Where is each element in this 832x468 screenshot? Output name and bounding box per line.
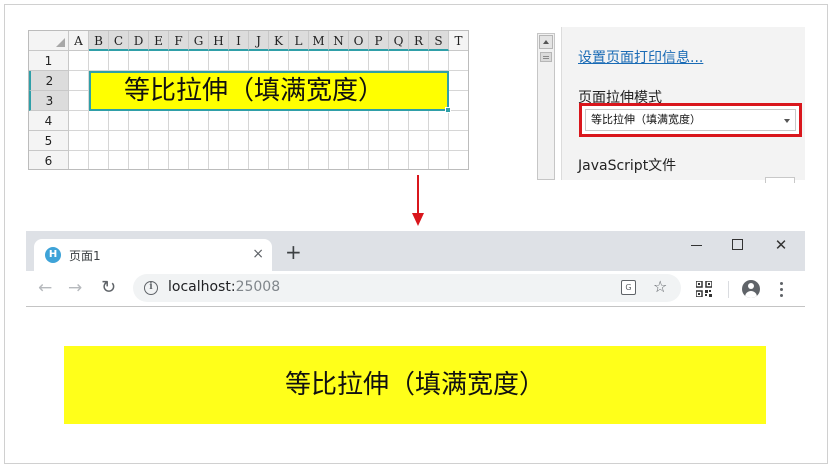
minimize-icon[interactable]: [682, 235, 712, 255]
select-all-corner[interactable]: [29, 31, 69, 51]
merged-cell-b2-s3[interactable]: 等比拉伸（填满宽度）: [89, 71, 451, 113]
column-header-l[interactable]: L: [289, 31, 309, 51]
row-header-2[interactable]: 2: [29, 71, 69, 91]
column-headers: ABCDEFGHIJKLMNOPQRST: [69, 31, 468, 51]
column-header-p[interactable]: P: [369, 31, 389, 51]
url-port: 25008: [235, 279, 281, 295]
column-header-o[interactable]: O: [349, 31, 369, 51]
maximize-icon[interactable]: [722, 235, 752, 255]
column-header-j[interactable]: J: [249, 31, 269, 51]
column-header-a[interactable]: A: [69, 31, 89, 51]
fill-handle[interactable]: [445, 107, 451, 113]
row-header-4[interactable]: 4: [29, 111, 69, 131]
vertical-scrollbar[interactable]: [537, 33, 555, 180]
column-header-g[interactable]: G: [189, 31, 209, 51]
column-header-f[interactable]: F: [169, 31, 189, 51]
column-header-c[interactable]: C: [109, 31, 129, 51]
tab-strip: H 页面1 × + ✕: [26, 231, 805, 271]
close-tab-icon[interactable]: ×: [252, 245, 264, 263]
bookmark-star-icon[interactable]: ☆: [653, 277, 667, 297]
column-header-e[interactable]: E: [149, 31, 169, 51]
property-panel: 设置页面打印信息... 页面拉伸模式 等比拉伸（填满宽度） JavaScript…: [561, 27, 805, 183]
column-header-t[interactable]: T: [449, 31, 468, 51]
merged-cell-text: 等比拉伸（填满宽度）: [124, 76, 385, 106]
toolbar-divider: [728, 281, 729, 298]
row-header-1[interactable]: 1: [29, 51, 69, 71]
chevron-down-icon: [784, 119, 790, 123]
address-bar[interactable]: i localhost:25008 G ☆: [133, 274, 681, 302]
stretch-mode-select[interactable]: 等比拉伸（填满宽度）: [585, 109, 796, 131]
translate-icon[interactable]: G: [621, 280, 636, 295]
arrow-down-icon: [412, 175, 424, 226]
column-header-k[interactable]: K: [269, 31, 289, 51]
browser-window: H 页面1 × + ✕ ← → ↻ i localhost:25008 G ☆: [26, 231, 805, 307]
scroll-up-button[interactable]: [539, 35, 553, 49]
forward-icon[interactable]: →: [68, 277, 82, 299]
back-icon[interactable]: ←: [38, 277, 52, 299]
column-header-m[interactable]: M: [309, 31, 329, 51]
account-icon[interactable]: [742, 280, 760, 298]
app-logo-icon: H: [45, 247, 61, 263]
javascript-file-label: JavaScript文件: [578, 158, 677, 174]
column-header-q[interactable]: Q: [389, 31, 409, 51]
corner-triangle-icon: [56, 38, 65, 47]
scroll-thumb[interactable]: [540, 52, 552, 62]
new-tab-button[interactable]: +: [285, 241, 302, 263]
stretch-mode-value: 等比拉伸（填满宽度）: [591, 113, 701, 126]
tab-title: 页面1: [69, 249, 101, 263]
column-header-b[interactable]: B: [89, 31, 109, 51]
url-host: localhost:: [168, 279, 236, 295]
browser-toolbar: ← → ↻ i localhost:25008 G ☆: [26, 271, 805, 307]
window-close-icon[interactable]: ✕: [766, 235, 796, 255]
qr-code-icon[interactable]: [696, 281, 712, 297]
column-header-d[interactable]: D: [129, 31, 149, 51]
javascript-file-button[interactable]: [765, 177, 795, 183]
column-header-s[interactable]: S: [429, 31, 449, 51]
column-header-n[interactable]: N: [329, 31, 349, 51]
row-header-6[interactable]: 6: [29, 151, 69, 169]
reload-icon[interactable]: ↻: [101, 277, 116, 299]
column-header-h[interactable]: H: [209, 31, 229, 51]
print-settings-link[interactable]: 设置页面打印信息...: [578, 47, 703, 67]
url-text: localhost:25008: [168, 279, 280, 295]
site-info-icon[interactable]: i: [144, 281, 158, 295]
row-header-3[interactable]: 3: [29, 91, 69, 111]
column-header-r[interactable]: R: [409, 31, 429, 51]
stretch-mode-highlight: 等比拉伸（填满宽度）: [579, 103, 802, 137]
column-header-i[interactable]: I: [229, 31, 249, 51]
tab-page1[interactable]: H 页面1 ×: [34, 239, 272, 271]
spreadsheet-grid[interactable]: ABCDEFGHIJKLMNOPQRST 123456 等比拉伸（填满宽度）: [28, 30, 469, 170]
more-menu-icon[interactable]: [780, 282, 784, 298]
row-header-5[interactable]: 5: [29, 131, 69, 151]
rendered-page-banner: 等比拉伸（填满宽度）: [64, 346, 766, 424]
